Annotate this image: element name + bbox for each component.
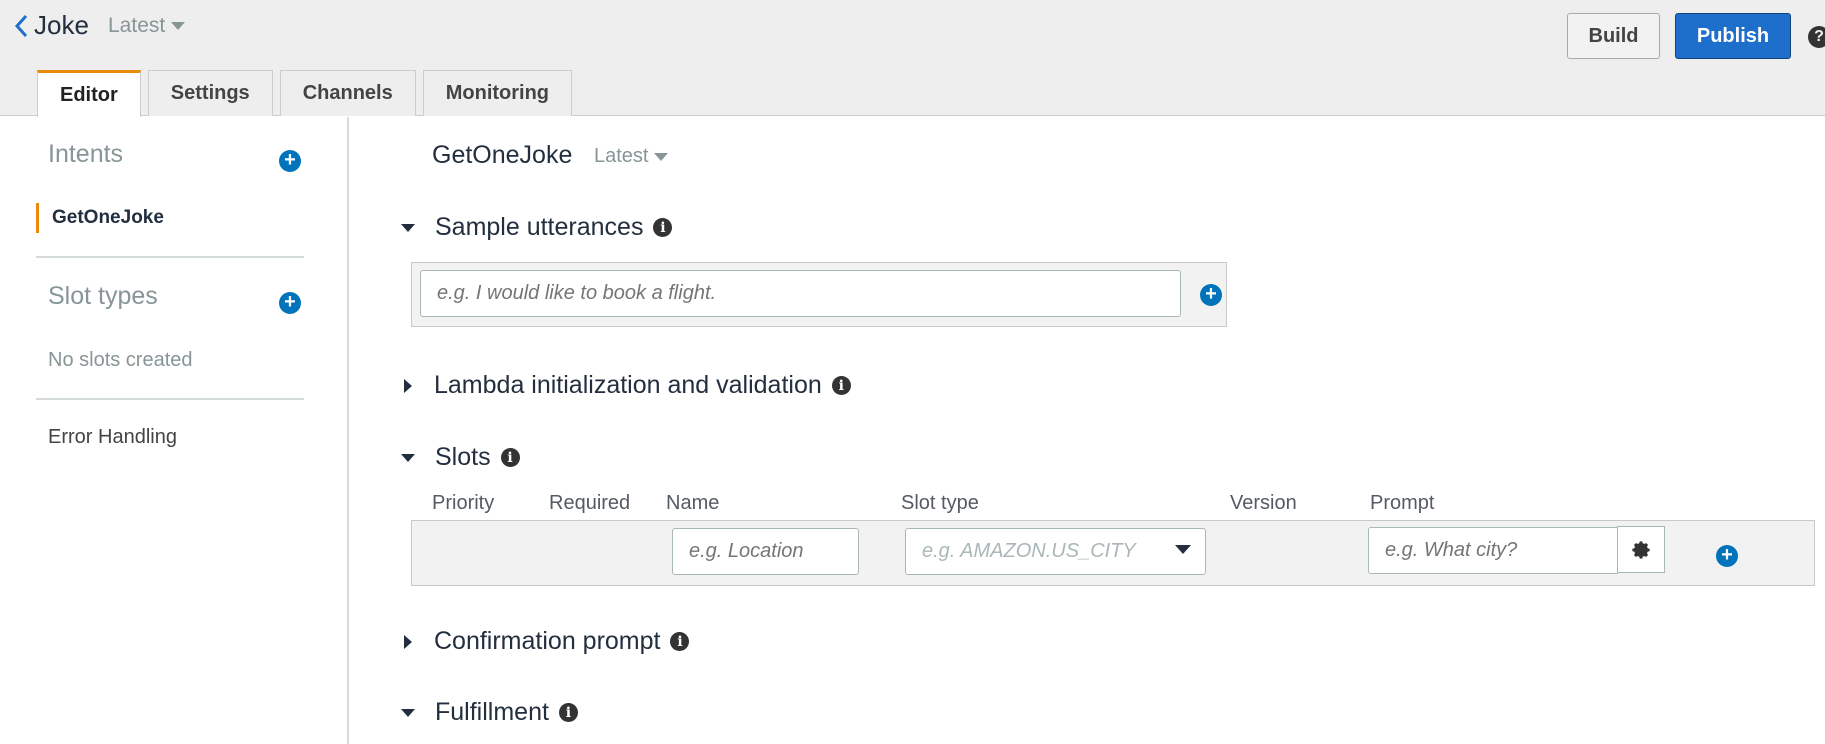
section-fulfillment[interactable]: Fulfillment i — [401, 698, 578, 727]
collapse-triangle-icon — [401, 453, 415, 462]
bot-name: Joke — [34, 10, 89, 40]
intents-title: Intents — [48, 140, 124, 168]
sidebar-divider — [36, 256, 304, 258]
section-lambda[interactable]: Lambda initialization and validation i — [401, 371, 851, 400]
column-header-slot-type: Slot type — [901, 492, 979, 514]
tab-channels[interactable]: Channels — [279, 70, 416, 116]
section-sample-utterances[interactable]: Sample utterances i — [401, 213, 673, 242]
caret-down-icon — [654, 152, 669, 161]
bot-version-label: Latest — [108, 14, 166, 37]
info-icon[interactable]: i — [500, 448, 520, 467]
info-icon[interactable]: i — [558, 703, 578, 722]
caret-down-icon — [171, 22, 186, 31]
column-header-name: Name — [666, 492, 720, 514]
sidebar-item-error-handling[interactable]: Error Handling — [48, 426, 177, 449]
intent-title: GetOneJoke — [432, 141, 573, 169]
column-header-required: Required — [549, 492, 631, 514]
no-slots-text: No slots created — [48, 349, 193, 371]
info-icon[interactable]: i — [653, 218, 673, 237]
column-header-version: Version — [1230, 492, 1297, 514]
tab-settings[interactable]: Settings — [147, 70, 273, 116]
column-header-prompt: Prompt — [1370, 492, 1435, 514]
tab-bar: Editor Settings Channels Monitoring — [37, 70, 579, 117]
utterance-input[interactable] — [420, 270, 1181, 317]
slot-type-select[interactable]: e.g. AMAZON.US_CITY — [905, 528, 1206, 575]
sidebar-item-getonejoke[interactable]: GetOneJoke — [36, 203, 164, 233]
add-slot-plus-icon[interactable]: + — [1716, 545, 1738, 567]
utterance-box: + — [411, 262, 1227, 327]
sidebar: Intents + GetOneJoke Slot types + No slo… — [0, 117, 349, 744]
slot-types-title: Slot types — [48, 282, 158, 310]
expand-triangle-icon — [404, 634, 412, 649]
caret-down-icon — [1175, 545, 1191, 554]
info-icon[interactable]: i — [831, 376, 851, 395]
section-title: Lambda initialization and validation — [434, 371, 822, 399]
section-title: Slots — [435, 443, 491, 471]
help-icon[interactable]: ? — [1808, 26, 1825, 48]
slot-prompt-input[interactable] — [1368, 527, 1618, 574]
sidebar-divider — [36, 398, 304, 400]
tab-monitoring[interactable]: Monitoring — [422, 70, 573, 116]
section-title: Fulfillment — [435, 698, 549, 726]
collapse-triangle-icon — [401, 708, 415, 717]
publish-button[interactable]: Publish — [1675, 13, 1791, 59]
info-icon[interactable]: i — [670, 632, 690, 651]
expand-triangle-icon — [404, 378, 412, 393]
section-confirmation-prompt[interactable]: Confirmation prompt i — [401, 627, 690, 656]
build-button[interactable]: Build — [1567, 13, 1660, 59]
add-slot-type-plus-icon[interactable]: + — [279, 292, 301, 314]
section-slots[interactable]: Slots i — [401, 443, 520, 472]
section-title: Confirmation prompt — [434, 627, 661, 655]
slot-type-placeholder: e.g. AMAZON.US_CITY — [922, 540, 1136, 562]
slot-name-input[interactable] — [672, 528, 859, 575]
prompt-settings-button[interactable] — [1617, 526, 1665, 573]
section-title: Sample utterances — [435, 213, 644, 241]
gear-icon — [1632, 540, 1650, 559]
top-bar: Joke Latest Build Publish ? Editor Setti… — [0, 0, 1825, 117]
add-intent-plus-icon[interactable]: + — [279, 150, 301, 172]
add-utterance-plus-icon[interactable]: + — [1200, 284, 1222, 306]
back-chevron-icon[interactable] — [12, 12, 30, 40]
collapse-triangle-icon — [401, 223, 415, 232]
intent-editor: GetOneJoke Latest Sample utterances i + … — [351, 117, 1825, 744]
column-header-priority: Priority — [432, 492, 495, 514]
intent-version-dropdown[interactable]: Latest — [594, 145, 669, 168]
intent-version-label: Latest — [594, 145, 649, 167]
tab-editor[interactable]: Editor — [37, 70, 141, 117]
bot-version-dropdown[interactable]: Latest — [108, 14, 186, 38]
